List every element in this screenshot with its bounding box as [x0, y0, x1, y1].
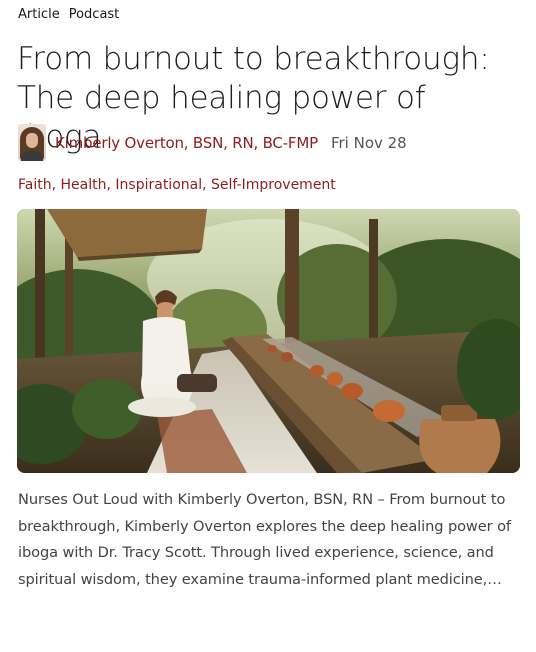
post-excerpt: Nurses Out Loud with Kimberly Overton, B…	[18, 491, 511, 588]
post-type-tabs: Article Podcast	[18, 7, 119, 22]
tab-article[interactable]: Article	[18, 7, 60, 22]
author-avatar[interactable]	[18, 124, 46, 161]
category-faith[interactable]: Faith	[18, 177, 52, 193]
category-self-improvement[interactable]: Self-Improvement	[211, 177, 336, 193]
category-inspirational[interactable]: Inspirational	[115, 177, 202, 193]
category-list: Faith, Health, Inspirational, Self-Impro…	[18, 177, 336, 193]
post-date: Fri Nov 28	[330, 133, 407, 152]
category-health[interactable]: Health	[61, 177, 107, 193]
byline: Kimberly Overton, BSN, RN, BC-FMP Fri No…	[18, 124, 407, 161]
author-name[interactable]: Kimberly Overton, BSN, RN, BC-FMP	[55, 134, 318, 152]
tab-podcast[interactable]: Podcast	[69, 7, 120, 22]
category-separator: ,	[51, 177, 61, 193]
category-separator: ,	[202, 177, 212, 193]
featured-image[interactable]	[17, 209, 520, 473]
